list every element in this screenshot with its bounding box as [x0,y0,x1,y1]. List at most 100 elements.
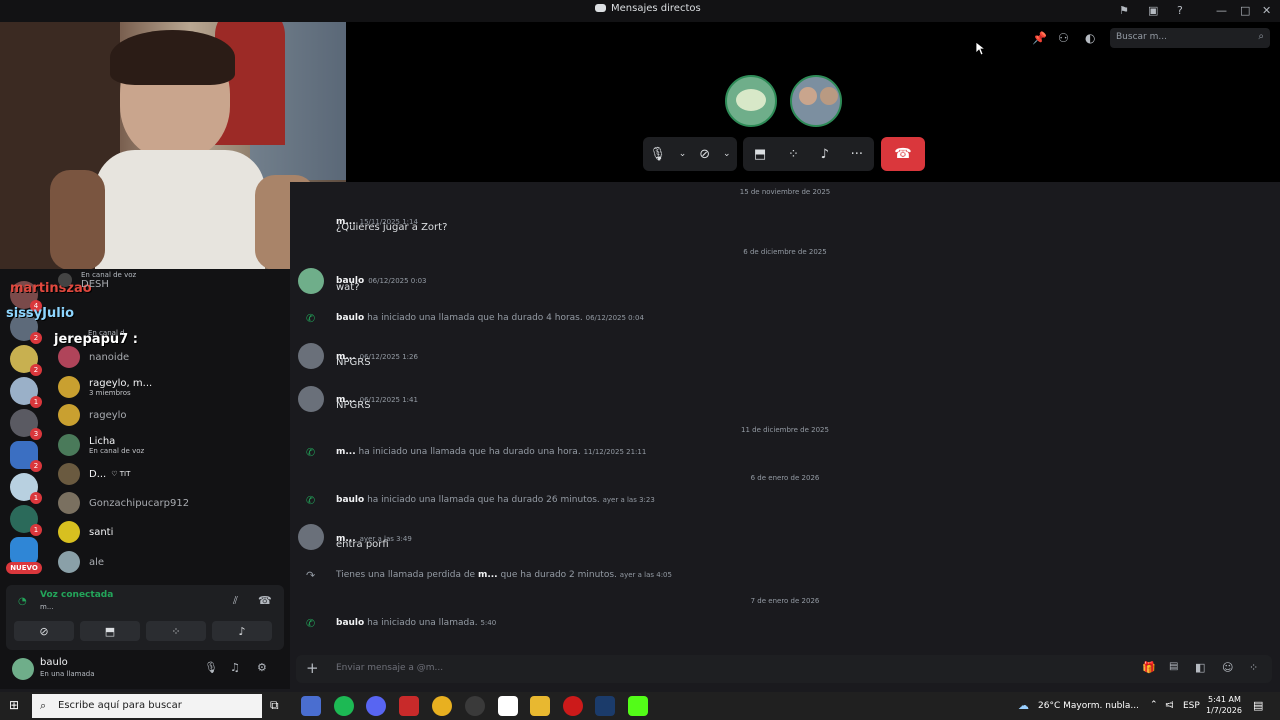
mouse-cursor [975,41,985,56]
camera-button[interactable]: ⊘ [14,621,74,641]
call-participant-avatar[interactable] [725,75,777,127]
inbox-flag-icon[interactable]: ⚑ [1119,4,1129,17]
more-icon[interactable]: ··· [851,147,863,162]
group-avatar [58,376,80,398]
avatar[interactable] [298,524,324,550]
soundboard-icon[interactable]: ♪ [821,147,829,162]
minimize-button[interactable]: — [1216,4,1227,17]
dm-item[interactable]: Gonzachipucarp912 [58,489,283,517]
chevron-down-icon[interactable]: ⌄ [723,149,731,159]
steam-app-icon[interactable] [595,696,615,716]
screen-share-button[interactable]: ⬒ [80,621,140,641]
search-input[interactable]: Buscar m... ⌕ [1110,28,1270,48]
add-attachment-icon[interactable]: + [306,659,319,677]
clock-date[interactable]: 1/7/2026 [1206,706,1242,715]
language-indicator[interactable]: ESP [1183,701,1200,711]
dm-item[interactable]: ale [58,548,283,576]
emoji-icon[interactable]: ☺ [1222,661,1233,674]
missed-call-icon: ↷ [306,569,316,582]
mention-badge: 2 [30,332,42,344]
chevron-down-icon[interactable]: ⌄ [679,149,687,159]
call-icon: ✆ [306,312,316,325]
file-explorer-icon[interactable] [530,696,550,716]
copilot-app-icon[interactable] [301,696,321,716]
dm-name: DESH [81,278,109,290]
server-icon[interactable]: 1 [10,473,42,504]
server-icon[interactable]: 1 [10,505,42,536]
notifications-icon[interactable]: ▤ [1253,699,1263,712]
weather-text[interactable]: 26°C Mayorm. nubla... [1038,701,1139,711]
add-friends-icon[interactable]: ⚇ [1058,31,1069,45]
avatar[interactable] [298,386,324,412]
screen-icon[interactable]: ▣ [1148,4,1158,17]
microphone-icon[interactable]: 🎙 [204,661,218,674]
app-icon[interactable] [399,696,419,716]
disconnect-icon[interactable]: ☎ [258,594,272,607]
weather-icon: ☁ [1018,699,1029,712]
activities-icon[interactable]: ⁘ [788,147,799,162]
opera-app-icon[interactable] [563,696,583,716]
dm-item[interactable]: rageylo [58,401,283,429]
server-icon[interactable]: 3 [10,409,42,440]
spotify-app-icon[interactable] [334,696,354,716]
volume-icon[interactable]: ◁ [1166,700,1173,710]
maximize-button[interactable]: □ [1240,4,1250,17]
server-icon[interactable] [10,537,38,565]
gift-icon[interactable]: 🎁 [1142,661,1156,674]
dm-item[interactable]: En canal de voz DESH [58,266,283,294]
headphones-icon[interactable]: ♫ [230,661,240,674]
gif-icon[interactable]: ▤ [1169,661,1178,672]
app-icon[interactable] [498,696,518,716]
dm-item[interactable]: rageylo, m... 3 miembros [58,373,283,401]
mic-camera-controls: 🎙 ⌄ ⊘ ⌄ [643,137,737,171]
server-icon[interactable]: 2 [10,345,42,376]
chevron-up-icon[interactable]: ⌃ [1150,700,1158,710]
avatar [58,492,80,514]
message-time: 06/12/2025 0:03 [368,277,427,285]
activities-button[interactable]: ⁘ [146,621,206,641]
avatar[interactable] [298,268,324,294]
avatar[interactable] [12,658,34,680]
dm-item[interactable]: Licha En canal de voz [58,431,283,459]
avatar [58,521,80,543]
message-input[interactable]: + Enviar mensaje a @m... 🎁 ▤ ◧ ☺ ⁘ [296,655,1272,683]
discord-app-icon[interactable] [366,696,386,716]
taskbar-search[interactable]: ⌕ Escribe aquí para buscar [32,694,262,718]
noise-suppression-icon[interactable]: ⫽ [233,594,238,608]
voice-channel[interactable]: m... [40,603,54,611]
mention-badge: 2 [30,364,42,376]
date-divider: 11 de diciembre de 2025 [741,426,829,434]
clock-time[interactable]: 5:41 AM [1208,695,1241,704]
camera-off-icon: ⊘ [39,624,49,638]
apps-icon[interactable]: ⁘ [1249,661,1258,674]
date-divider: 6 de diciembre de 2025 [743,248,827,256]
server-icon[interactable]: 1 [10,377,42,408]
screen-share-icon[interactable]: ⬒ [754,147,766,162]
close-button[interactable]: ✕ [1262,4,1271,17]
sticker-icon[interactable]: ◧ [1195,661,1205,674]
avatar[interactable] [298,343,324,369]
hang-up-icon: ☎ [894,146,912,162]
obs-app-icon[interactable] [465,696,485,716]
settings-icon[interactable]: ⚙ [257,661,267,674]
dm-item[interactable]: nanoide [58,343,283,371]
soundboard-button[interactable]: ♪ [212,621,272,641]
dm-item[interactable]: D... ♡ TIT [58,460,283,488]
kick-app-icon[interactable] [628,696,648,716]
dm-status: En canal de voz [81,270,137,279]
title-bar: Mensajes directos ⚑ ▣ ? — □ ✕ [0,0,1280,22]
call-participant-avatar[interactable] [790,75,842,127]
camera-off-icon[interactable]: ⊘ [699,147,710,162]
pin-icon[interactable]: 📌 [1032,31,1047,45]
end-call-button[interactable]: ☎ [881,137,925,171]
chrome-app-icon[interactable] [432,696,452,716]
dm-item[interactable]: santi [58,518,283,546]
message-text: NPGRS [336,357,371,368]
help-icon[interactable]: ? [1177,4,1183,17]
task-view-icon[interactable]: ⧉ [270,698,279,713]
avatar [58,404,80,426]
server-icon[interactable]: 2 [10,441,42,472]
profile-icon[interactable]: ◐ [1085,31,1095,45]
windows-start-icon[interactable]: ⊞ [9,698,19,712]
microphone-icon[interactable]: 🎙 [649,147,666,162]
